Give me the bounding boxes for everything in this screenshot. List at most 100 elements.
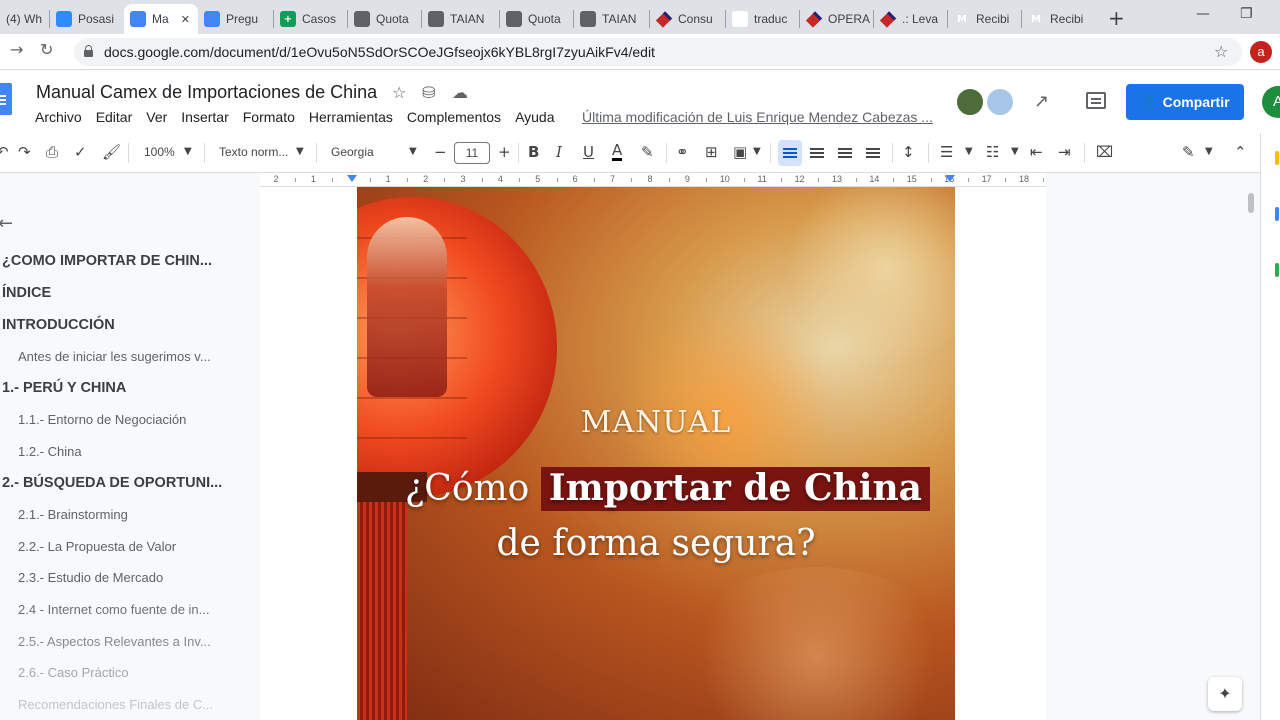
outline-item[interactable]: 2.1.- Brainstorming [18, 507, 128, 522]
cloud-status-icon[interactable]: ☁ [452, 83, 468, 102]
chevron-down-icon[interactable]: ▼ [409, 146, 417, 157]
outline-item[interactable]: 2.5.- Aspectos Relevantes a Inv... [18, 634, 211, 649]
menu-item-insertar[interactable]: Insertar [181, 109, 228, 125]
outline-item[interactable]: 2.3.- Estudio de Mercado [18, 570, 163, 585]
move-icon[interactable]: ⛁ [422, 83, 435, 102]
browser-tab[interactable]: (4) Wh [0, 4, 44, 34]
text-color-icon[interactable]: A [612, 143, 623, 161]
browser-tab[interactable]: .: Leva [874, 4, 948, 34]
zoom-select[interactable]: 100% [144, 145, 175, 159]
font-select[interactable]: Georgia [331, 145, 374, 159]
chevron-down-icon[interactable]: ▼ [1011, 146, 1019, 157]
chevron-down-icon[interactable]: ▼ [965, 146, 973, 157]
chevron-down-icon[interactable]: ▼ [296, 146, 304, 157]
last-edit-link[interactable]: Última modificación de Luis Enrique Mend… [582, 109, 933, 125]
browser-tab[interactable]: Quota [500, 4, 574, 34]
browser-tab[interactable]: Pregu [198, 4, 272, 34]
menu-item-ver[interactable]: Ver [146, 109, 167, 125]
spellcheck-icon[interactable]: ✓ [74, 143, 87, 161]
restore-icon[interactable]: ❐ [1240, 6, 1253, 22]
align-right-icon[interactable] [838, 148, 852, 150]
outline-item[interactable]: 1.- PERÚ Y CHINA [2, 380, 126, 396]
align-left-icon[interactable] [778, 140, 802, 166]
address-bar[interactable]: docs.google.com/document/d/1eOvu5oN5SdOr… [74, 38, 1242, 66]
align-center-icon[interactable] [810, 148, 824, 150]
keep-icon[interactable] [1275, 151, 1279, 165]
numbered-list-icon[interactable]: ☰ [940, 143, 953, 161]
chevron-down-icon[interactable]: ▼ [184, 146, 192, 157]
decrease-indent-icon[interactable]: ⇤ [1030, 143, 1043, 161]
undo-icon[interactable]: ↶ [0, 143, 9, 161]
italic-icon[interactable]: I [556, 143, 562, 161]
insert-image-icon[interactable]: ▣ [733, 143, 747, 161]
document-page[interactable]: MANUAL ¿Cómo Importar de China de forma … [260, 187, 1046, 720]
calendar-icon[interactable] [1275, 263, 1279, 277]
close-tab-icon[interactable]: ✕ [181, 13, 190, 26]
browser-tab[interactable]: TAIAN [422, 4, 496, 34]
browser-tab[interactable]: OPERA [800, 4, 874, 34]
menu-item-ayuda[interactable]: Ayuda [515, 109, 554, 125]
scroll-thumb[interactable] [1248, 193, 1254, 213]
right-indent-marker[interactable] [945, 175, 955, 182]
user-avatar[interactable]: A [1262, 86, 1280, 118]
style-select[interactable]: Texto norm... [219, 145, 288, 159]
minimize-icon[interactable]: — [1196, 6, 1210, 22]
outline-item[interactable]: ¿COMO IMPORTAR DE CHIN... [2, 253, 212, 269]
browser-tab[interactable]: Quota [348, 4, 422, 34]
cover-image[interactable]: MANUAL ¿Cómo Importar de China de forma … [357, 187, 955, 720]
outline-item[interactable]: 1.1.- Entorno de Negociación [18, 412, 186, 427]
outline-item[interactable]: Antes de iniciar les sugerimos v... [18, 349, 211, 364]
chevron-down-icon[interactable]: ▼ [753, 146, 761, 157]
browser-tab[interactable]: M Recibi [948, 4, 1022, 34]
explore-button[interactable]: ✦ [1208, 677, 1242, 711]
decrease-font-icon[interactable]: − [434, 143, 447, 161]
comment-history-icon[interactable] [1086, 92, 1106, 109]
underline-icon[interactable]: U [583, 143, 594, 161]
redo-icon[interactable]: ↷ [18, 143, 31, 161]
clear-formatting-icon[interactable]: ⌧ [1096, 143, 1113, 161]
collapse-menus-icon[interactable]: ⌃ [1234, 143, 1247, 161]
print-icon[interactable]: ⎙ [46, 143, 58, 161]
browser-tab[interactable]: Posasi [50, 4, 124, 34]
back-arrow-icon[interactable]: ← [0, 213, 13, 234]
profile-avatar[interactable]: a [1250, 41, 1272, 63]
new-tab-button[interactable]: + [1108, 6, 1125, 30]
document-title[interactable]: Manual Camex de Importaciones de China [36, 82, 377, 103]
left-indent-marker[interactable] [347, 175, 357, 182]
editing-mode-icon[interactable]: ✎ [1182, 143, 1195, 161]
add-comment-icon[interactable]: ⊞ [705, 143, 718, 161]
vertical-scrollbar[interactable] [1244, 187, 1258, 720]
line-spacing-icon[interactable]: ↕ [902, 143, 915, 161]
increase-indent-icon[interactable]: ⇥ [1058, 143, 1071, 161]
bookmark-star-icon[interactable]: ☆ [1214, 42, 1228, 61]
font-size-input[interactable]: 11 [454, 142, 490, 164]
share-button[interactable]: 👤 Compartir [1126, 84, 1244, 120]
horizontal-ruler[interactable]: 2 1 1 2 3 4 5 6 7 8 9 10 11 12 13 14 15 16 17 18 [260, 173, 1046, 187]
outline-item[interactable]: 1.2.- China [18, 444, 82, 459]
url-text[interactable]: docs.google.com/document/d/1eOvu5oN5SdOr… [104, 44, 655, 60]
outline-item[interactable]: 2.- BÚSQUEDA DE OPORTUNI... [2, 475, 222, 491]
menu-item-archivo[interactable]: Archivo [35, 109, 82, 125]
highlight-icon[interactable]: ✎ [641, 143, 654, 161]
link-icon[interactable]: ⚭ [676, 143, 689, 161]
outline-item[interactable]: 2.6.- Caso Práctico [18, 665, 129, 680]
menu-item-complementos[interactable]: Complementos [407, 109, 501, 125]
forward-icon[interactable]: → [10, 40, 23, 59]
docs-logo-icon[interactable] [0, 83, 12, 115]
browser-tab[interactable]: Ma ✕ [124, 4, 198, 34]
paint-format-icon[interactable]: 🖌 [102, 143, 121, 161]
outline-item[interactable]: Recomendaciones Finales de C... [18, 697, 213, 712]
star-icon[interactable]: ☆ [392, 83, 406, 102]
outline-item[interactable]: 2.4 - Internet como fuente de in... [18, 602, 210, 617]
bulleted-list-icon[interactable]: ☷ [986, 143, 999, 161]
increase-font-icon[interactable]: + [498, 143, 511, 161]
menu-item-herramientas[interactable]: Herramientas [309, 109, 393, 125]
chevron-down-icon[interactable]: ▼ [1205, 146, 1213, 157]
browser-tab[interactable]: TAIAN [574, 4, 648, 34]
justify-icon[interactable] [866, 148, 880, 150]
browser-tab[interactable]: M Recibi [1022, 4, 1096, 34]
tasks-icon[interactable] [1275, 207, 1279, 221]
collaborator-avatar[interactable] [955, 87, 985, 117]
outline-item[interactable]: INTRODUCCIÓN [2, 317, 115, 333]
browser-tab[interactable]: + Casos [274, 4, 348, 34]
